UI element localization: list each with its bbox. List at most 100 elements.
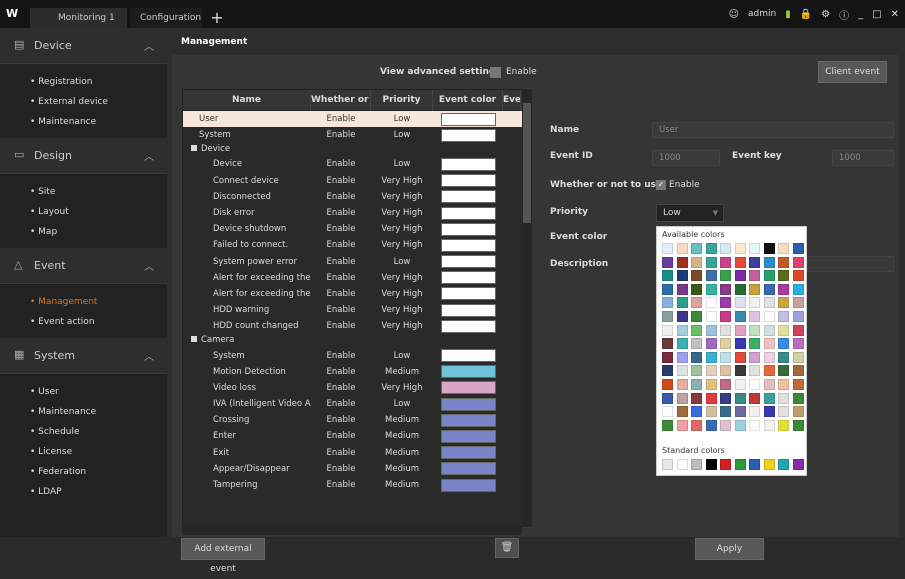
event-color-cell[interactable] <box>433 270 503 286</box>
color-swatch[interactable] <box>691 419 702 431</box>
color-swatch[interactable] <box>792 419 804 431</box>
color-swatch[interactable] <box>749 283 760 295</box>
color-swatch[interactable] <box>778 378 789 390</box>
color-swatch[interactable] <box>734 365 746 377</box>
color-swatch[interactable] <box>763 324 775 336</box>
color-swatch[interactable] <box>705 365 717 377</box>
color-swatch[interactable] <box>763 338 775 350</box>
color-swatch[interactable] <box>691 378 702 390</box>
color-swatch[interactable] <box>676 297 688 309</box>
color-swatch[interactable] <box>720 378 731 390</box>
color-swatch[interactable] <box>778 310 789 322</box>
tab-monitoring[interactable]: Monitoring 1 <box>30 8 127 28</box>
color-swatch[interactable] <box>676 310 688 322</box>
name-input[interactable]: User <box>652 122 894 138</box>
event-color-cell[interactable] <box>433 221 503 237</box>
table-group-row[interactable]: Device <box>183 143 531 156</box>
table-row[interactable]: HDD warning Enable Very High <box>183 302 531 318</box>
color-swatch[interactable] <box>778 392 789 404</box>
color-swatch[interactable] <box>662 419 673 431</box>
column-header-name[interactable]: Name <box>183 90 311 111</box>
color-swatch[interactable] <box>691 406 702 418</box>
color-swatch[interactable] <box>749 338 760 350</box>
chevron-up-icon[interactable]: ︿ <box>144 348 154 363</box>
sidebar-item-management[interactable]: • Management <box>0 292 167 312</box>
event-color-cell[interactable] <box>433 156 503 172</box>
sidebar-item-maintenance-system[interactable]: • Maintenance <box>0 402 167 422</box>
color-swatch[interactable] <box>734 324 746 336</box>
color-swatch[interactable] <box>749 270 760 282</box>
chevron-up-icon[interactable]: ︿ <box>144 38 154 53</box>
event-color-cell[interactable] <box>433 254 503 270</box>
color-swatch[interactable] <box>749 378 760 390</box>
description-input[interactable] <box>807 256 894 272</box>
sidebar-item-map[interactable]: • Map <box>0 222 167 242</box>
table-row[interactable]: System power error Enable Low <box>183 254 531 270</box>
color-swatch[interactable] <box>778 243 789 254</box>
color-swatch[interactable] <box>749 419 760 431</box>
table-row[interactable]: Failed to connect. Enable Very High <box>183 237 531 253</box>
table-row[interactable]: Alert for exceeding the r Enable Very High <box>183 286 531 302</box>
chevron-up-icon[interactable]: ︿ <box>144 258 154 273</box>
color-swatch[interactable] <box>792 324 804 336</box>
color-swatch[interactable] <box>691 310 702 322</box>
table-row[interactable]: Enter Enable Medium <box>183 428 531 444</box>
table-row[interactable]: Disconnected Enable Very High <box>183 189 531 205</box>
color-swatch[interactable] <box>662 338 673 350</box>
color-swatch[interactable] <box>792 270 804 282</box>
color-swatch[interactable] <box>792 283 804 295</box>
event-color-cell[interactable] <box>433 428 503 444</box>
color-swatch[interactable] <box>792 392 804 404</box>
color-swatch[interactable] <box>676 256 688 268</box>
color-swatch[interactable] <box>734 338 746 350</box>
event-color-cell[interactable] <box>433 477 503 493</box>
color-swatch[interactable] <box>662 406 673 418</box>
color-swatch[interactable] <box>720 392 731 404</box>
sidebar-item-license[interactable]: • License <box>0 442 167 462</box>
color-swatch[interactable] <box>676 365 688 377</box>
event-color-cell[interactable] <box>433 173 503 189</box>
delete-button[interactable]: 🗑 <box>495 538 519 558</box>
color-swatch[interactable] <box>763 392 775 404</box>
color-swatch[interactable] <box>705 392 717 404</box>
sidebar-item-external-device[interactable]: • External device <box>0 92 167 112</box>
event-id-input[interactable]: 1000 <box>652 150 720 166</box>
color-swatch[interactable] <box>691 338 702 350</box>
table-row[interactable]: User Enable Low <box>183 111 531 128</box>
color-swatch[interactable] <box>720 297 731 309</box>
color-swatch[interactable] <box>763 256 775 268</box>
sidebar-item-site[interactable]: • Site <box>0 182 167 202</box>
table-row[interactable]: System Enable Low <box>183 127 531 143</box>
table-horizontal-scrollbar[interactable] <box>182 527 522 535</box>
scroll-thumb[interactable] <box>523 103 531 223</box>
event-color-cell[interactable] <box>433 461 503 477</box>
color-swatch[interactable] <box>734 378 746 390</box>
color-swatch[interactable] <box>705 270 717 282</box>
column-header-event-color[interactable]: Event color <box>433 90 503 111</box>
color-swatch[interactable] <box>778 365 789 377</box>
color-swatch[interactable] <box>792 378 804 390</box>
event-color-cell[interactable] <box>433 286 503 302</box>
color-swatch[interactable] <box>720 419 731 431</box>
color-swatch[interactable] <box>778 283 789 295</box>
color-swatch[interactable] <box>778 256 789 268</box>
color-swatch[interactable] <box>676 392 688 404</box>
color-swatch[interactable] <box>705 310 717 322</box>
event-color-cell[interactable] <box>433 318 503 334</box>
color-swatch[interactable] <box>676 351 688 363</box>
table-row[interactable]: Device Enable Low <box>183 156 531 172</box>
client-event-button[interactable]: Client event <box>818 61 887 83</box>
color-swatch[interactable] <box>734 243 746 254</box>
color-swatch[interactable] <box>778 459 789 470</box>
chevron-up-icon[interactable]: ︿ <box>144 148 154 163</box>
color-swatch[interactable] <box>749 392 760 404</box>
table-row[interactable]: Appear/Disappear Enable Medium <box>183 461 531 477</box>
table-row[interactable]: IVA (Intelligent Video An Enable Low <box>183 396 531 412</box>
color-swatch[interactable] <box>720 338 731 350</box>
tab-configuration[interactable]: Configuration <box>130 8 202 28</box>
color-swatch[interactable] <box>763 406 775 418</box>
table-row[interactable]: Motion Detection Enable Medium <box>183 364 531 380</box>
color-swatch[interactable] <box>676 283 688 295</box>
color-swatch[interactable] <box>676 378 688 390</box>
table-row[interactable]: Tampering Enable Medium <box>183 477 531 493</box>
